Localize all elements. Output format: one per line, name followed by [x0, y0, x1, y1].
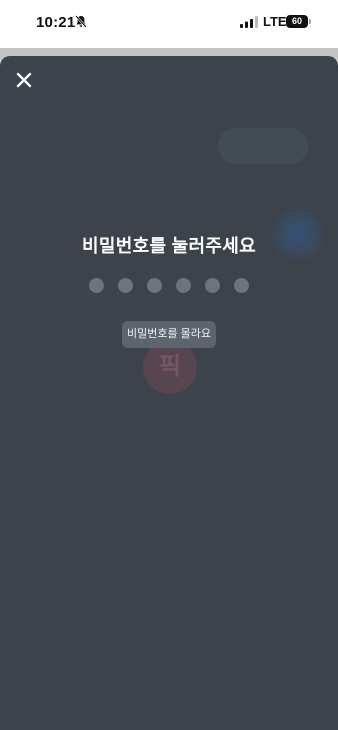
battery-indicator: 60 — [286, 15, 312, 28]
watermark-text: 픽 — [158, 353, 182, 380]
pin-indicator — [89, 278, 249, 294]
close-icon[interactable] — [12, 68, 36, 92]
pin-dot-1 — [89, 278, 104, 293]
battery-level: 60 — [286, 15, 308, 28]
pin-dot-5 — [205, 278, 220, 293]
battery-cap — [309, 19, 311, 24]
password-sheet: 픽 비밀번호를 눌러주세요 비밀번호를 몰라요 — [0, 56, 338, 730]
status-bar: 10:21 LTE 60 — [0, 0, 338, 48]
background-shade — [218, 128, 308, 164]
status-time: 10:21 — [36, 14, 76, 31]
forgot-password-button[interactable]: 비밀번호를 몰라요 — [122, 321, 216, 348]
bell-slash-icon — [75, 15, 87, 28]
pin-dot-2 — [118, 278, 133, 293]
pin-dot-4 — [176, 278, 191, 293]
page-title: 비밀번호를 눌러주세요 — [82, 236, 256, 256]
network-type: LTE — [263, 14, 287, 29]
pin-dot-3 — [147, 278, 162, 293]
pin-dot-6 — [234, 278, 249, 293]
cellular-signal-icon — [240, 16, 258, 28]
watermark-logo: 픽 — [143, 340, 197, 394]
